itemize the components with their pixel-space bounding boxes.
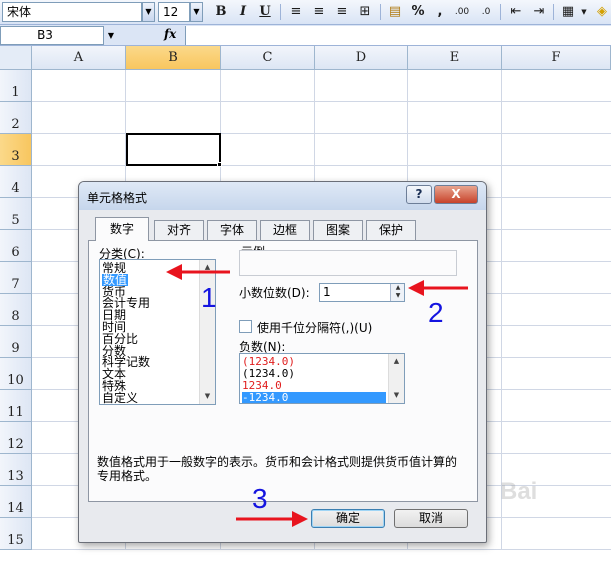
- step-number-1: 1: [201, 282, 217, 313]
- step-number-3: 3: [252, 483, 268, 514]
- arrow-step-3: [236, 511, 308, 527]
- watermark: Bai: [500, 478, 538, 505]
- step-number-2: 2: [428, 297, 444, 328]
- arrow-step-2: [408, 280, 468, 296]
- arrow-step-1: [166, 264, 230, 280]
- tab-0[interactable]: 数字: [95, 217, 149, 241]
- annotation-overlay: [166, 264, 468, 527]
